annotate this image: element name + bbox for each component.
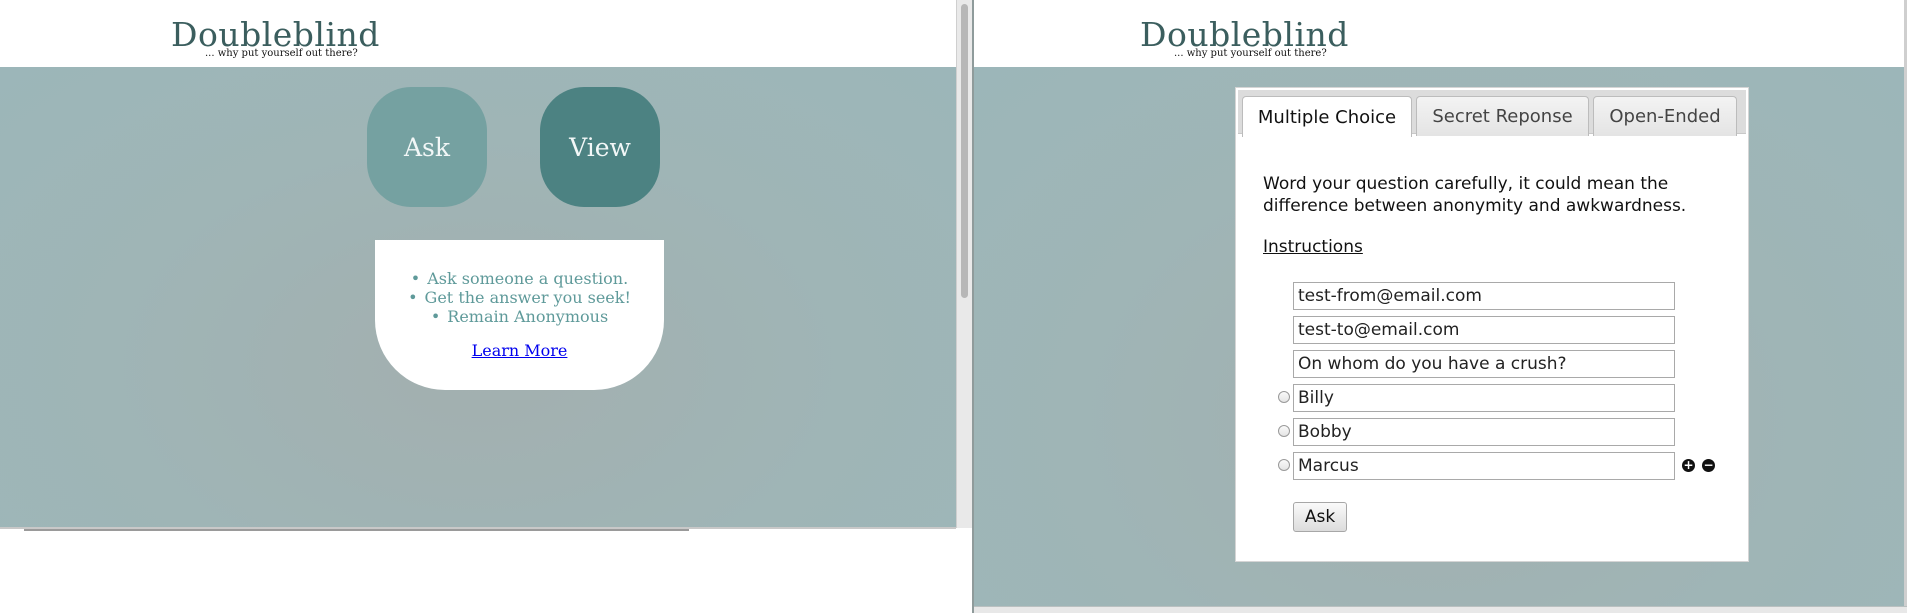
from-email-field[interactable]	[1293, 282, 1675, 310]
tab-open-ended[interactable]: Open-Ended	[1593, 96, 1737, 136]
choice-field[interactable]	[1293, 452, 1675, 480]
feature-list: Ask someone a question. Get the answer y…	[375, 269, 664, 326]
choice-radio[interactable]	[1278, 391, 1290, 403]
info-card: Ask someone a question. Get the answer y…	[375, 240, 664, 390]
ask-submit-button[interactable]: Ask	[1293, 502, 1347, 532]
site-header: Doubleblind ... why put yourself out the…	[972, 0, 1907, 67]
horizontal-scrollbar[interactable]	[972, 606, 1907, 613]
learn-more-link[interactable]: Learn More	[375, 341, 664, 360]
question-type-tabs: Multiple Choice Secret Reponse Open-Ende…	[1238, 90, 1746, 137]
question-field[interactable]	[1293, 350, 1675, 378]
to-email-field[interactable]	[1293, 316, 1675, 344]
add-choice-icon[interactable]: +	[1682, 459, 1695, 472]
horizontal-scrollbar-thumb[interactable]	[24, 529, 689, 531]
site-tagline: ... why put yourself out there?	[1174, 48, 1327, 59]
view-nav-button[interactable]: View	[540, 87, 660, 207]
ask-window: Doubleblind ... why put yourself out the…	[972, 0, 1907, 613]
choice-field[interactable]	[1293, 384, 1675, 412]
home-window: Doubleblind ... why put yourself out the…	[0, 0, 972, 613]
vertical-scrollbar[interactable]	[956, 0, 972, 528]
scrollbar-thumb[interactable]	[961, 4, 968, 298]
site-logo[interactable]: Doubleblind	[171, 18, 380, 51]
question-panel: Multiple Choice Secret Reponse Open-Ende…	[1235, 87, 1749, 562]
choice-field[interactable]	[1293, 418, 1675, 446]
site-tagline: ... why put yourself out there?	[205, 48, 358, 59]
ask-nav-button[interactable]: Ask	[367, 87, 487, 207]
feature-item: Ask someone a question.	[375, 269, 664, 288]
tab-secret-response[interactable]: Secret Reponse	[1416, 96, 1589, 136]
window-divider	[972, 0, 974, 613]
choice-radio[interactable]	[1278, 459, 1290, 471]
tab-multiple-choice[interactable]: Multiple Choice	[1242, 96, 1412, 137]
remove-choice-icon[interactable]: −	[1702, 459, 1715, 472]
choice-radio[interactable]	[1278, 425, 1290, 437]
instructions-link[interactable]: Instructions	[1263, 237, 1363, 257]
feature-item: Remain Anonymous	[375, 307, 664, 326]
intro-text: Word your question carefully, it could m…	[1263, 174, 1687, 216]
site-logo[interactable]: Doubleblind	[1140, 18, 1349, 51]
feature-item: Get the answer you seek!	[375, 288, 664, 307]
site-header: Doubleblind ... why put yourself out the…	[0, 0, 972, 67]
